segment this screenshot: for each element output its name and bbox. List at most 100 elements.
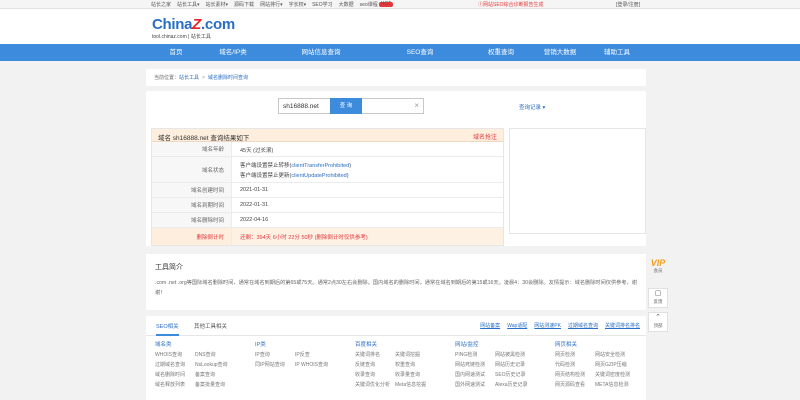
query-history-dropdown[interactable]: 查询记录 ▾: [519, 103, 545, 111]
top-link-source[interactable]: 源码下载: [234, 1, 254, 8]
tool-link[interactable]: Meta信息挖掘: [395, 381, 435, 388]
tool-link[interactable]: IP反查: [295, 351, 335, 358]
tool-link[interactable]: 网站历史记录: [495, 361, 535, 368]
tools-col-baidu: 百度相关 关键词排名 关键词挖掘 反链查询 权重查询 收录查询 收录量查询 关键…: [355, 340, 435, 388]
login-register-link[interactable]: [登录/注册]: [616, 1, 640, 8]
tool-link[interactable]: 备案查询: [195, 371, 235, 378]
tool-link[interactable]: 收录量查询: [395, 371, 435, 378]
breadcrumb-current[interactable]: 域名删除时间查询: [208, 75, 248, 81]
tools-col-domain: 域名类 WHOIS查询 DNS查询 过期域名查询 NsLookup查询 域名删除…: [155, 340, 235, 388]
breadcrumb-link-tools[interactable]: 站长工具: [179, 75, 199, 81]
tab-seo[interactable]: SEO相关: [156, 322, 179, 336]
query-button[interactable]: 查 询: [330, 98, 362, 114]
vip-button[interactable]: VIP 会员: [648, 258, 668, 284]
top-link-weight[interactable]: 字长权▾: [289, 1, 307, 8]
breadcrumb-prefix: 当前位置：: [154, 75, 180, 81]
logo-text: ChinaZ.com: [152, 17, 235, 32]
feedback-button[interactable]: ▢ 反馈: [648, 288, 668, 308]
tool-link[interactable]: 网页结构检测: [555, 371, 595, 378]
nav-aux-tools[interactable]: 辅助工具: [604, 44, 630, 61]
row-domain-age: 域名年龄 45天 (过长滚): [152, 142, 503, 157]
row-value: 45天 (过长滚): [240, 148, 274, 154]
quick-link-wap[interactable]: Wap适配: [507, 322, 527, 329]
clear-icon[interactable]: ×: [414, 101, 419, 111]
nav-weight[interactable]: 权重查询: [488, 44, 514, 61]
tool-link[interactable]: NsLookup查询: [195, 361, 235, 368]
nav-seo[interactable]: SEO查询: [407, 44, 434, 61]
tab-other-tools[interactable]: 其他工具相关: [194, 322, 227, 330]
nav-site-info[interactable]: 网站信息查询: [302, 44, 341, 61]
tool-link[interactable]: 网站被黑检测: [495, 351, 535, 358]
row-label: 域名状态: [152, 157, 232, 182]
tools-col-monitor: 网站/监控 PING检测 网站被黑检测 网站死链检测 网站历史记录 国内网速测试…: [455, 340, 535, 388]
tool-link[interactable]: 域名释放列表: [155, 381, 195, 388]
breadcrumb-separator: >: [202, 75, 205, 81]
row-value: 2022-04-16: [240, 217, 269, 223]
row-expires: 域名到期时间 2022-01-31: [152, 198, 503, 213]
tool-link[interactable]: 代码检测: [555, 361, 595, 368]
site-logo[interactable]: ChinaZ.com tool.chinaz.com | 站长工具: [152, 17, 235, 40]
status-text: 客户端设置禁止转移(: [240, 163, 292, 169]
row-delete-time: 域名删除时间 2022-04-16: [152, 213, 503, 228]
tool-link[interactable]: 域名删除时间: [155, 371, 195, 378]
status-code-link[interactable]: clientUpdateProhibited: [291, 173, 346, 179]
tool-link[interactable]: SEO历史记录: [495, 371, 535, 378]
breadcrumb: 当前位置：站长工具 > 域名删除时间查询: [154, 74, 248, 81]
nav-domain-ip[interactable]: 域名/IP类: [219, 44, 246, 61]
top-link-seo-learn[interactable]: SEO学习: [312, 1, 333, 8]
status-code-link[interactable]: clientTransferProhibited: [291, 163, 349, 169]
result-header: 域名 sh16888.net 查询结果如下 域名抢注: [152, 129, 503, 142]
tool-link[interactable]: PING检测: [455, 351, 495, 358]
tool-link[interactable]: 过期域名查询: [155, 361, 195, 368]
tool-link[interactable]: 关键词排名: [355, 351, 395, 358]
tool-intro-panel: 工具简介 .com .net .org等国际域名删除时间，通常在域名到期后的第6…: [146, 254, 646, 310]
tool-link[interactable]: 同IP网站查询: [255, 361, 295, 368]
tool-link[interactable]: 网页GZIP压缩: [595, 361, 643, 368]
nav-marketing[interactable]: 营销大数据: [544, 44, 577, 61]
top-link-rank[interactable]: 网站排行▾: [260, 1, 283, 8]
tool-link[interactable]: IP查询: [255, 351, 295, 358]
back-to-top-button[interactable]: ⌃ 顶部: [648, 312, 668, 332]
tool-link[interactable]: 权重查询: [395, 361, 435, 368]
quick-link-keyword[interactable]: 关键词排名排名: [605, 322, 640, 329]
quick-link-expired[interactable]: 过期域名查询: [568, 322, 598, 329]
tool-link[interactable]: 国内网速测试: [455, 371, 495, 378]
nav-home[interactable]: 首页: [170, 44, 183, 61]
vip-label: 会员: [653, 268, 663, 273]
tool-link[interactable]: 反链查询: [355, 361, 395, 368]
tool-link[interactable]: 网页源码查看: [555, 381, 595, 388]
promo-link[interactable]: ①网站SEO综合诊断报告生成: [478, 1, 544, 8]
tool-link[interactable]: WHOIS查询: [155, 351, 195, 358]
top-link-seo-course[interactable]: seo课程 HOT: [360, 1, 394, 8]
tool-link[interactable]: 网页检测: [555, 351, 595, 358]
row-created: 域名创建时间 2021-01-31: [152, 183, 503, 198]
quick-link-speed[interactable]: 网站测速PK: [534, 322, 561, 329]
tool-link[interactable]: Alexa历史记录: [495, 381, 535, 388]
header: ChinaZ.com tool.chinaz.com | 站长工具: [0, 9, 800, 44]
tool-link[interactable]: META信息检测: [595, 381, 643, 388]
countdown-value: 还剩：394天 6小时 22分 50秒 (删除倒计时仅供参考): [240, 235, 368, 241]
tool-link[interactable]: DNS查询: [195, 351, 235, 358]
tool-link[interactable]: 关键词挖掘: [395, 351, 435, 358]
tool-link[interactable]: 网站安全检测: [595, 351, 643, 358]
tool-link[interactable]: 备案批量查询: [195, 381, 235, 388]
tool-link[interactable]: 关键词密度检测: [595, 371, 643, 378]
top-link-tools[interactable]: 站长工具▾: [177, 1, 200, 8]
top-link-home[interactable]: 站长之家: [151, 1, 171, 8]
col-items: WHOIS查询 DNS查询 过期域名查询 NsLookup查询 域名删除时间 备…: [155, 351, 235, 388]
tool-link[interactable]: 网站死链检测: [455, 361, 495, 368]
tool-link[interactable]: IP WHOIS查询: [295, 361, 335, 368]
status-text: 客户端设置禁止更新(: [240, 173, 292, 179]
logo-z: Z: [192, 16, 202, 33]
tool-link[interactable]: 收录查询: [355, 371, 395, 378]
top-link-materials[interactable]: 站长素材▾: [206, 1, 229, 8]
top-bar: 站长之家 站长工具▾ 站长素材▾ 源码下载 网站排行▾ 字长权▾ SEO学习 大…: [0, 0, 800, 9]
result-table: 域名 sh16888.net 查询结果如下 域名抢注 域名年龄 45天 (过长滚…: [151, 128, 504, 246]
row-label: 域名到期时间: [152, 198, 232, 212]
top-link-bigdata[interactable]: 大数据: [339, 1, 354, 8]
tool-link[interactable]: 关键词优化分析: [355, 381, 395, 388]
tool-link[interactable]: 国外网速测试: [455, 381, 495, 388]
domain-bid-link[interactable]: 域名抢注: [473, 132, 497, 141]
quick-link-beian[interactable]: 网站备案: [480, 322, 500, 329]
feedback-icon: ▢: [654, 290, 662, 297]
